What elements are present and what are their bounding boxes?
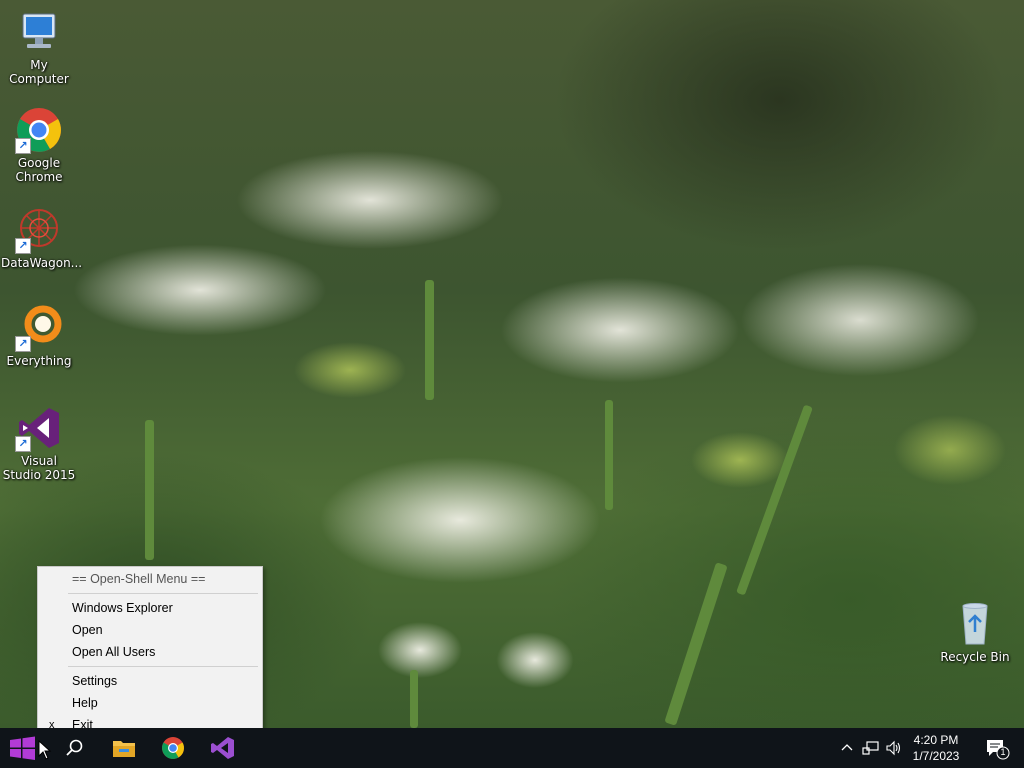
desktop-icon-label: Recycle Bin xyxy=(940,650,1010,664)
file-explorer-icon xyxy=(113,741,135,757)
chevron-up-icon[interactable] xyxy=(840,741,854,755)
menu-item-open[interactable]: Open xyxy=(38,619,262,641)
recycle-bin-icon xyxy=(951,600,999,648)
desktop-icon-google-chrome[interactable]: ↗ Google Chrome xyxy=(1,106,77,184)
desktop-icon-label: Visual Studio 2015 xyxy=(2,454,76,482)
taskbar: 4:20 PM 1/7/2023 1 xyxy=(0,728,1024,768)
visual-studio-icon xyxy=(211,737,234,759)
menu-item-settings[interactable]: Settings xyxy=(38,670,262,692)
menu-separator xyxy=(68,593,258,594)
datawagon-icon: ↗ xyxy=(15,206,63,254)
chrome-icon: ↗ xyxy=(15,106,63,154)
search-button[interactable] xyxy=(52,728,96,768)
desktop-icon-label: Everything xyxy=(6,354,72,368)
desktop-icon-my-computer[interactable]: My Computer xyxy=(1,8,77,86)
desktop-icon-label: My Computer xyxy=(9,58,69,86)
shortcut-arrow-icon: ↗ xyxy=(15,436,31,452)
desktop-icon-label: Google Chrome xyxy=(15,156,63,184)
notification-count: 1 xyxy=(1000,747,1006,757)
desktop-icon-recycle-bin[interactable]: Recycle Bin xyxy=(937,600,1013,664)
taskbar-chrome[interactable] xyxy=(151,728,195,768)
wallpaper-stem xyxy=(605,400,613,510)
taskbar-clock[interactable]: 4:20 PM 1/7/2023 xyxy=(908,732,964,764)
wallpaper-stem xyxy=(410,670,418,728)
action-center-button[interactable]: 1 xyxy=(984,736,1010,760)
wallpaper-stem xyxy=(736,404,813,596)
visual-studio-icon: ↗ xyxy=(15,404,63,452)
clock-time: 4:20 PM xyxy=(913,733,959,747)
computer-icon xyxy=(15,8,63,56)
mouse-cursor-icon xyxy=(38,740,52,760)
menu-item-open-all-users[interactable]: Open All Users xyxy=(38,641,262,663)
desktop-icon-datawagon[interactable]: ↗ DataWagon... xyxy=(1,206,82,270)
system-tray xyxy=(838,728,908,768)
menu-item-help[interactable]: Help xyxy=(38,692,262,714)
desktop-icon-label: DataWagon... xyxy=(1,256,83,270)
taskbar-file-explorer[interactable] xyxy=(102,728,146,768)
volume-icon[interactable] xyxy=(885,740,903,756)
wallpaper-stem xyxy=(425,280,434,400)
desktop-icon-visual-studio[interactable]: ↗ Visual Studio 2015 xyxy=(1,404,77,482)
desktop-icon-everything[interactable]: ↗ Everything xyxy=(1,304,77,368)
shortcut-arrow-icon: ↗ xyxy=(15,336,31,352)
menu-item-windows-explorer[interactable]: Windows Explorer xyxy=(38,597,262,619)
clock-date: 1/7/2023 xyxy=(912,749,960,763)
network-icon[interactable] xyxy=(862,740,880,756)
search-icon xyxy=(66,739,83,756)
shortcut-arrow-icon: ↗ xyxy=(15,238,31,254)
wallpaper-stem xyxy=(145,420,154,560)
shortcut-arrow-icon: ↗ xyxy=(15,138,31,154)
open-shell-context-menu: == Open-Shell Menu == Windows Explorer O… xyxy=(37,566,263,739)
wallpaper-stem xyxy=(664,562,728,726)
menu-header: == Open-Shell Menu == xyxy=(72,572,206,586)
menu-separator xyxy=(68,666,258,667)
everything-icon: ↗ xyxy=(15,304,63,352)
taskbar-visual-studio[interactable] xyxy=(200,728,244,768)
chrome-icon xyxy=(162,737,184,759)
